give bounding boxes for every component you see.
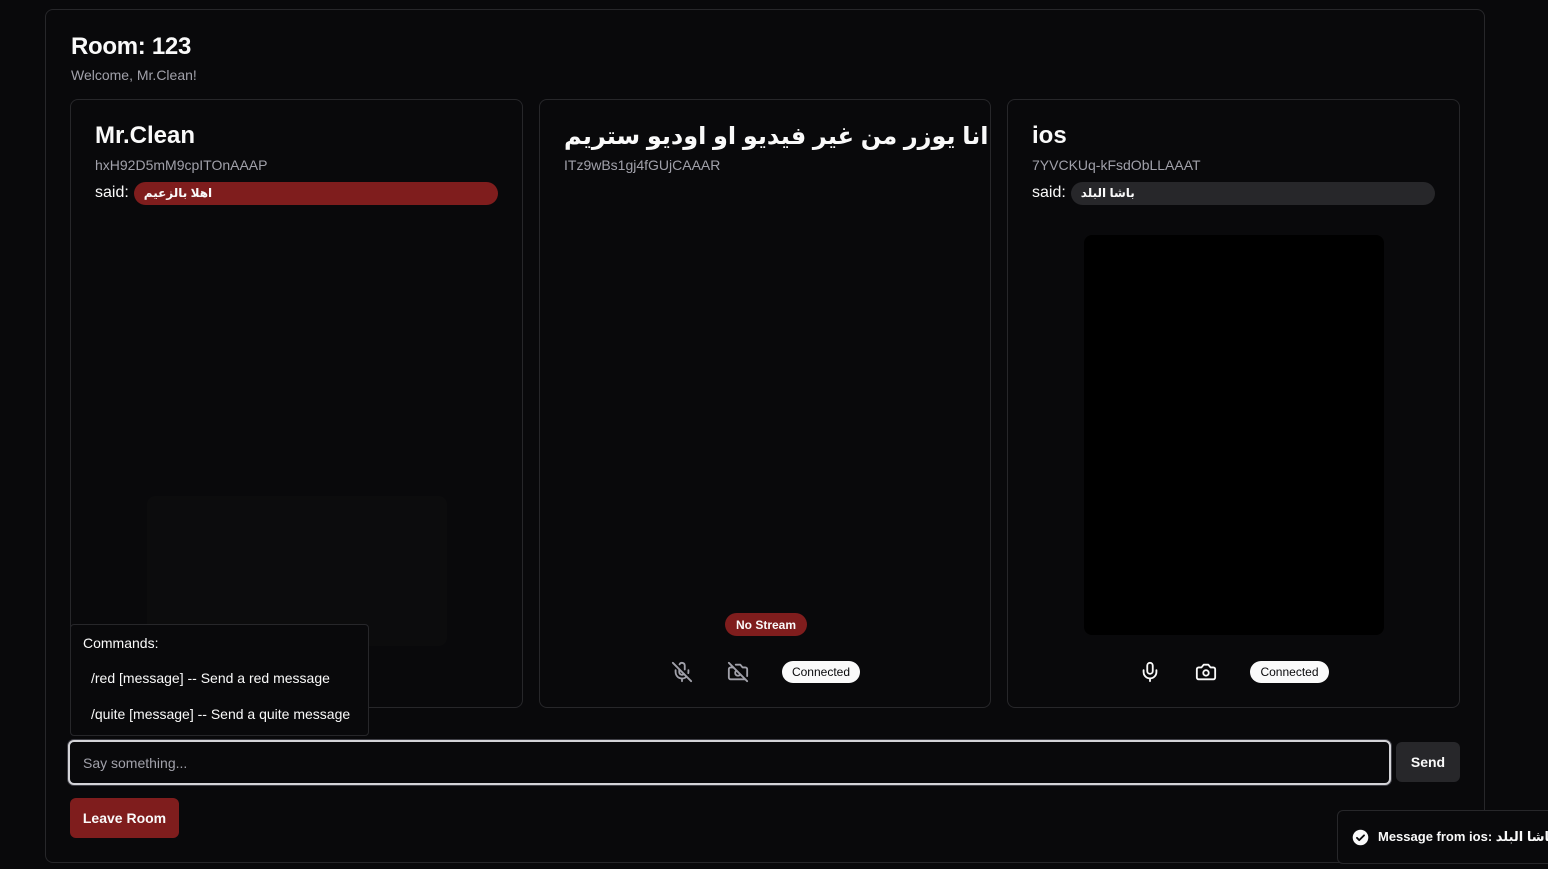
- toast-message: Message from ios: باشا البلد: [1378, 829, 1548, 844]
- media-controls: Connected: [1008, 659, 1459, 685]
- command-red[interactable]: /red [message] -- Send a red message: [91, 670, 330, 686]
- check-circle-icon: [1352, 829, 1369, 846]
- said-row: said: اهلا بالزعيم: [95, 181, 498, 205]
- camera-icon[interactable]: [1194, 660, 1218, 684]
- send-button[interactable]: Send: [1396, 742, 1460, 782]
- participant-id: ITz9wBs1gj4fGUjCAAAR: [564, 157, 721, 173]
- said-message-bubble: باشا البلد: [1070, 181, 1435, 205]
- participant-card-mrclean: Mr.Clean hxH92D5mM9cpITOnAAAP said: اهلا…: [70, 99, 523, 708]
- participant-id: hxH92D5mM9cpITOnAAAP: [95, 157, 268, 173]
- chat-input[interactable]: [68, 740, 1391, 785]
- media-controls: Connected: [540, 659, 990, 685]
- commands-popup: Commands: /red [message] -- Send a red m…: [70, 624, 369, 736]
- participant-id: 7YVCKUq-kFsdObLLAAAT: [1032, 157, 1201, 173]
- welcome-text: Welcome, Mr.Clean!: [71, 67, 197, 83]
- said-message-text: اهلا بالزعيم: [143, 186, 213, 200]
- camera-off-icon[interactable]: [726, 660, 750, 684]
- participant-card-nostream: انا يوزر من غير فيديو او اوديو ستريم ITz…: [539, 99, 991, 708]
- remote-video: [1084, 235, 1384, 635]
- connection-status-badge: Connected: [1250, 661, 1329, 683]
- said-row: said: باشا البلد: [1032, 181, 1435, 205]
- mic-off-icon[interactable]: [670, 660, 694, 684]
- said-label: said:: [95, 184, 129, 201]
- participant-name: انا يوزر من غير فيديو او اوديو ستريم: [564, 123, 989, 150]
- connection-status-badge: Connected: [781, 661, 861, 683]
- leave-room-button[interactable]: Leave Room: [70, 798, 179, 838]
- participant-card-ios: ios 7YVCKUq-kFsdObLLAAAT said: باشا البل…: [1007, 99, 1460, 708]
- said-message-text: باشا البلد: [1080, 186, 1135, 200]
- commands-title: Commands:: [83, 635, 159, 651]
- participant-name: Mr.Clean: [95, 122, 196, 149]
- participant-name: ios: [1032, 122, 1067, 149]
- toast-notification: Message from ios: باشا البلد: [1337, 810, 1548, 864]
- command-quite[interactable]: /quite [message] -- Send a quite message: [91, 706, 350, 722]
- mic-icon[interactable]: [1138, 660, 1162, 684]
- said-label: said:: [1032, 184, 1066, 201]
- room-title: Room: 123: [71, 33, 191, 60]
- said-message-bubble: اهلا بالزعيم: [133, 181, 498, 205]
- no-stream-badge: No Stream: [725, 613, 808, 636]
